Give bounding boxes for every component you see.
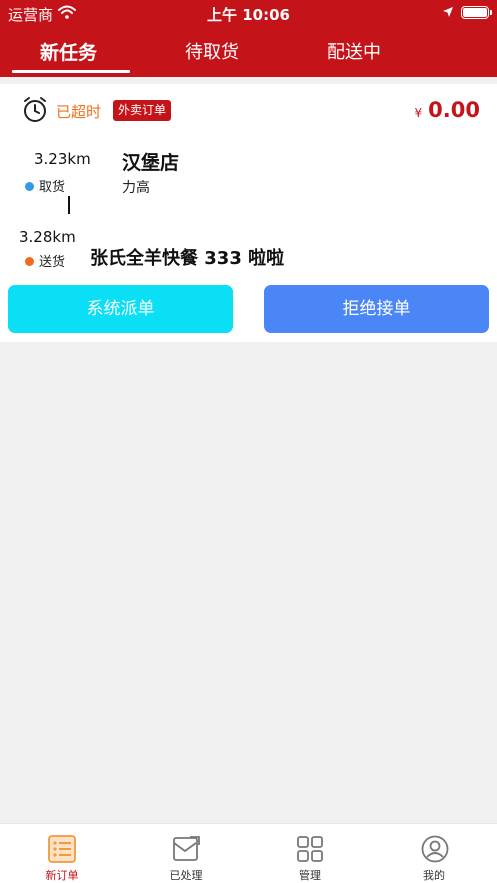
- nav-label: 新订单: [45, 869, 79, 882]
- order-type-badge: 外卖订单: [113, 100, 172, 121]
- active-tab-indicator: [12, 70, 130, 73]
- nav-processed[interactable]: 已处理: [141, 824, 231, 883]
- delivery-destination: 张氏全羊快餐 333 啦啦: [90, 248, 285, 269]
- user-icon: [421, 835, 449, 863]
- nav-label: 已处理: [169, 869, 203, 882]
- app-header: 运营商 上午 10:06 新任务 待取货 配送中: [0, 0, 497, 77]
- nav-profile[interactable]: 我的: [389, 824, 479, 883]
- nav-label: 我的: [423, 869, 445, 882]
- bottom-nav: 新订单 已处理 管理 我的: [0, 823, 497, 883]
- pickup-dot: [25, 182, 34, 191]
- status-bar: 运营商 上午 10:06: [0, 0, 497, 24]
- route-connector: [68, 196, 70, 214]
- clock: 上午 10:06: [207, 6, 290, 24]
- timer-icon: [24, 97, 46, 122]
- delivery-label: 送货: [25, 251, 65, 270]
- pickup-distance: 3.23km: [34, 150, 91, 168]
- delivery-distance: 3.28km: [19, 228, 76, 246]
- pickup-store-address: 力高: [122, 180, 150, 196]
- system-dispatch-button[interactable]: 系统派单: [8, 285, 233, 333]
- tab-awaiting-pickup[interactable]: 待取货: [185, 38, 239, 64]
- nav-manage[interactable]: 管理: [265, 824, 355, 883]
- order-list-icon: [48, 835, 76, 863]
- battery-icon: [461, 6, 492, 19]
- pickup-label: 取货: [25, 176, 65, 195]
- reject-order-button[interactable]: 拒绝接单: [264, 285, 489, 333]
- overdue-status: 已超时: [56, 103, 102, 121]
- order-tabs: 新任务 待取货 配送中: [0, 26, 497, 76]
- pickup-store-name: 汉堡店: [122, 152, 180, 174]
- price-amount: 0.00: [428, 98, 480, 122]
- processed-icon: [173, 836, 200, 861]
- order-price: ¥0.00: [415, 98, 480, 122]
- nav-new-orders[interactable]: 新订单: [17, 824, 107, 883]
- grid-icon: [297, 836, 323, 862]
- tab-new-tasks[interactable]: 新任务: [40, 38, 97, 65]
- tab-delivering[interactable]: 配送中: [327, 38, 381, 64]
- delivery-dot: [25, 257, 34, 266]
- location-arrow-icon: [443, 7, 453, 17]
- nav-label: 管理: [299, 869, 321, 882]
- currency-symbol: ¥: [414, 106, 423, 120]
